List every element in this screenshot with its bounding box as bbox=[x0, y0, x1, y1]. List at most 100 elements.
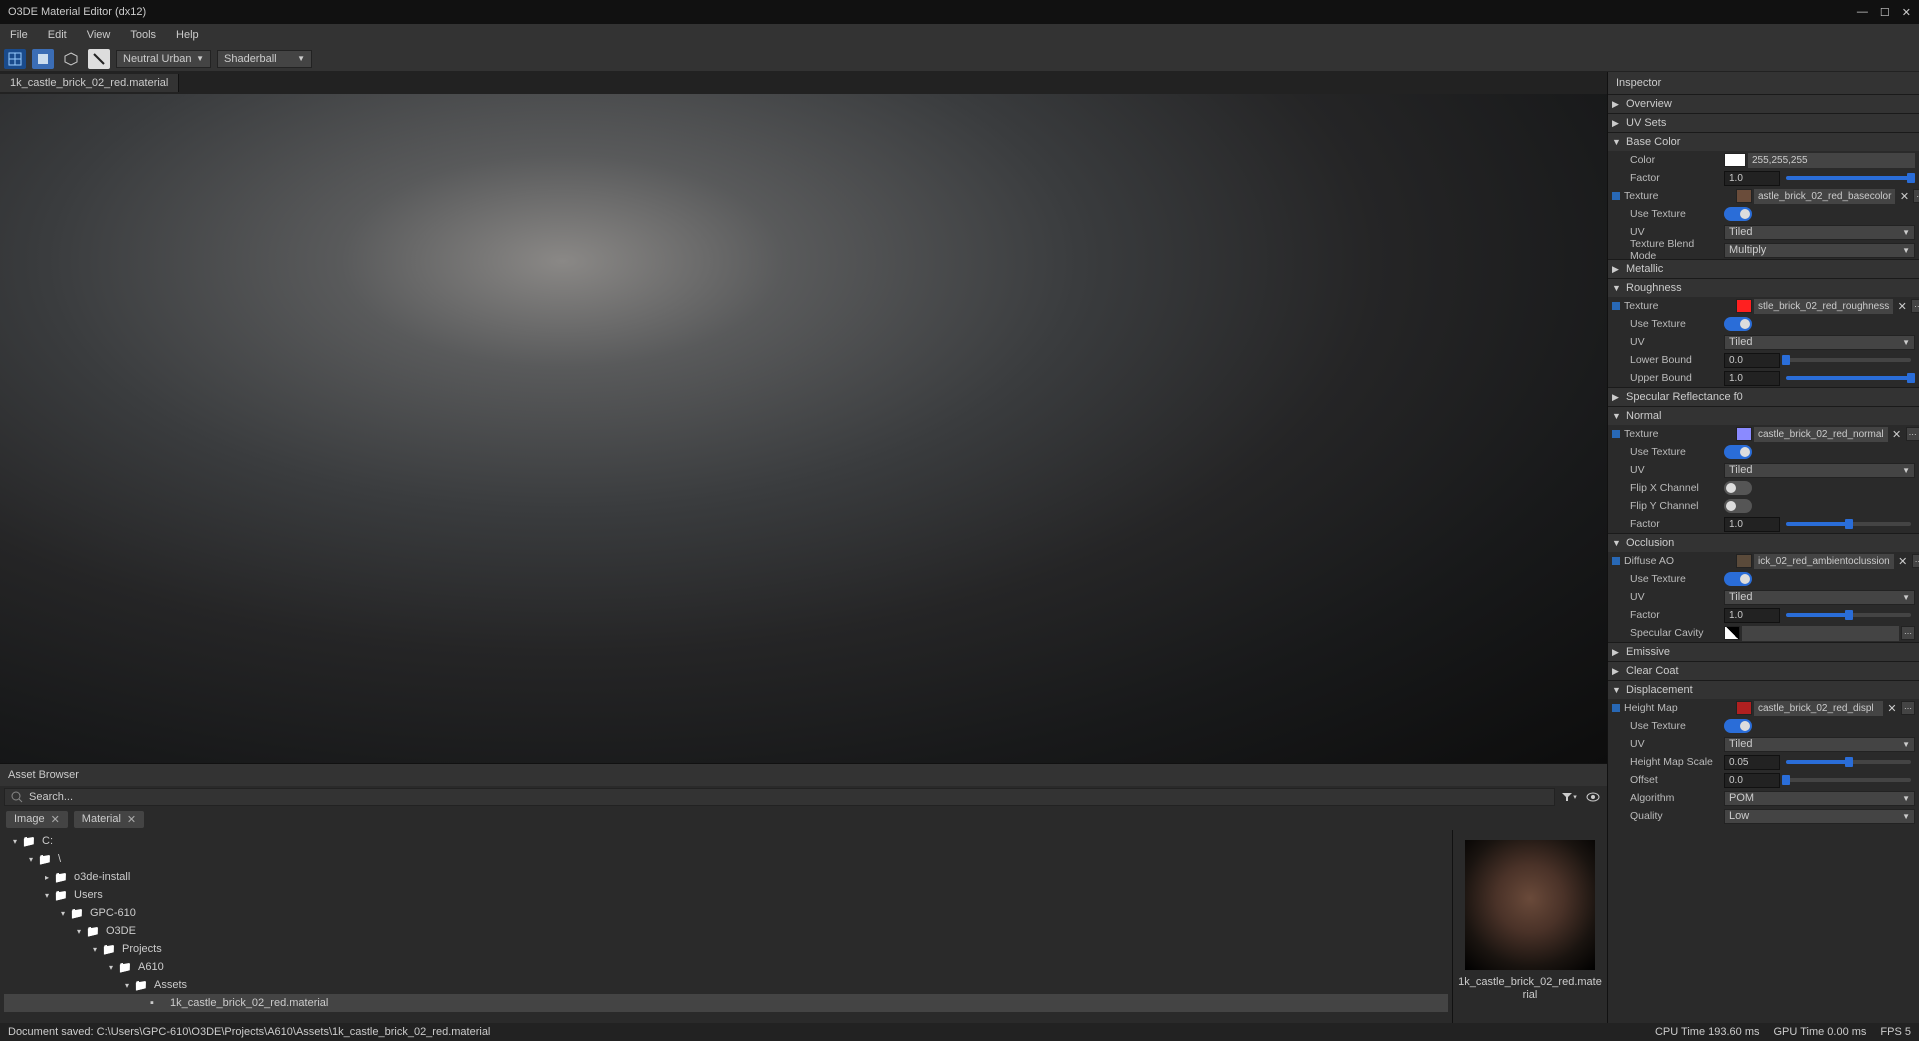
uv-select[interactable]: Tiled▼ bbox=[1724, 225, 1915, 240]
menu-edit[interactable]: Edit bbox=[48, 29, 67, 41]
chevron-down-icon[interactable]: ▾ bbox=[24, 855, 38, 864]
usetexture-toggle[interactable] bbox=[1724, 719, 1752, 733]
lowerbound-input[interactable] bbox=[1724, 353, 1780, 368]
chevron-down-icon[interactable]: ▾ bbox=[120, 981, 134, 990]
tree-row[interactable]: ▾📁C: bbox=[4, 832, 1448, 850]
tree-row[interactable]: ▾📁A610 bbox=[4, 958, 1448, 976]
algorithm-select[interactable]: POM▼ bbox=[1724, 791, 1915, 806]
menu-file[interactable]: File bbox=[10, 29, 28, 41]
section-clearcoat[interactable]: ▶Clear Coat bbox=[1608, 662, 1919, 680]
tree-row[interactable]: ▾📁GPC-610 bbox=[4, 904, 1448, 922]
chevron-right-icon[interactable]: ▸ bbox=[40, 873, 54, 882]
material-icon[interactable] bbox=[88, 49, 110, 69]
asset-tree[interactable]: ▾📁C:▾📁\▸📁o3de-install▾📁Users▾📁GPC-610▾📁O… bbox=[0, 830, 1452, 1023]
tree-row[interactable]: ▾📁Assets bbox=[4, 976, 1448, 994]
uv-select[interactable]: Tiled▼ bbox=[1724, 737, 1915, 752]
filter-tag-image[interactable]: Image✕ bbox=[6, 811, 68, 828]
close-icon[interactable]: ✕ bbox=[51, 813, 60, 826]
upperbound-input[interactable] bbox=[1724, 371, 1780, 386]
heightmapscale-slider[interactable] bbox=[1786, 760, 1911, 764]
tree-row[interactable]: ▾📁O3DE bbox=[4, 922, 1448, 940]
usetexture-toggle[interactable] bbox=[1724, 207, 1752, 221]
factor-slider[interactable] bbox=[1786, 522, 1911, 526]
clear-texture-button[interactable]: ✕ bbox=[1896, 555, 1910, 568]
minimize-button[interactable]: — bbox=[1857, 6, 1868, 19]
texture-swatch[interactable] bbox=[1736, 427, 1752, 441]
tree-row[interactable]: ▪1k_castle_brick_02_red.material bbox=[4, 994, 1448, 1012]
usetexture-toggle[interactable] bbox=[1724, 572, 1752, 586]
browse-button[interactable]: ⋯ bbox=[1906, 427, 1919, 441]
uv-select[interactable]: Tiled▼ bbox=[1724, 463, 1915, 478]
usetexture-toggle[interactable] bbox=[1724, 445, 1752, 459]
factor-input[interactable] bbox=[1724, 517, 1780, 532]
section-occlusion[interactable]: ▼Occlusion bbox=[1608, 534, 1919, 552]
viewport[interactable] bbox=[0, 94, 1607, 763]
offset-input[interactable] bbox=[1724, 773, 1780, 788]
eye-icon[interactable] bbox=[1583, 788, 1603, 806]
browse-button[interactable]: ⋯ bbox=[1911, 299, 1919, 313]
upperbound-slider[interactable] bbox=[1786, 376, 1911, 380]
factor-slider[interactable] bbox=[1786, 176, 1911, 180]
shadow-icon[interactable] bbox=[32, 49, 54, 69]
texture-swatch[interactable] bbox=[1724, 626, 1740, 640]
browse-button[interactable]: ⋯ bbox=[1901, 626, 1915, 640]
flipx-toggle[interactable] bbox=[1724, 481, 1752, 495]
chevron-down-icon[interactable]: ▾ bbox=[56, 909, 70, 918]
usetexture-toggle[interactable] bbox=[1724, 317, 1752, 331]
clear-texture-button[interactable]: ✕ bbox=[1885, 702, 1899, 715]
texture-field[interactable]: ick_02_red_ambientoclussion bbox=[1754, 554, 1894, 569]
cube-icon[interactable] bbox=[60, 49, 82, 69]
menu-help[interactable]: Help bbox=[176, 29, 199, 41]
factor-slider[interactable] bbox=[1786, 613, 1911, 617]
chevron-down-icon[interactable]: ▾ bbox=[72, 927, 86, 936]
close-icon[interactable]: ✕ bbox=[127, 813, 136, 826]
filter-tag-material[interactable]: Material✕ bbox=[74, 811, 144, 828]
section-normal[interactable]: ▼Normal bbox=[1608, 407, 1919, 425]
tree-row[interactable]: ▾📁\ bbox=[4, 850, 1448, 868]
clear-texture-button[interactable]: ✕ bbox=[1890, 428, 1904, 441]
section-displacement[interactable]: ▼Displacement bbox=[1608, 681, 1919, 699]
chevron-down-icon[interactable]: ▾ bbox=[8, 837, 22, 846]
uv-select[interactable]: Tiled▼ bbox=[1724, 335, 1915, 350]
chevron-down-icon[interactable]: ▾ bbox=[104, 963, 118, 972]
lowerbound-slider[interactable] bbox=[1786, 358, 1911, 362]
browse-button[interactable]: ⋯ bbox=[1901, 701, 1915, 715]
flipy-toggle[interactable] bbox=[1724, 499, 1752, 513]
section-roughness[interactable]: ▼Roughness bbox=[1608, 279, 1919, 297]
browse-button[interactable]: ⋯ bbox=[1912, 554, 1919, 568]
blendmode-select[interactable]: Multiply▼ bbox=[1724, 243, 1915, 258]
color-value[interactable]: 255,255,255 bbox=[1748, 153, 1915, 168]
uv-select[interactable]: Tiled▼ bbox=[1724, 590, 1915, 605]
texture-swatch[interactable] bbox=[1736, 189, 1752, 203]
environment-dropdown[interactable]: Neutral Urban▼ bbox=[116, 50, 211, 68]
section-uvsets[interactable]: ▶UV Sets bbox=[1608, 114, 1919, 132]
texture-field[interactable]: castle_brick_02_red_normal bbox=[1754, 427, 1888, 442]
tree-row[interactable]: ▾📁Projects bbox=[4, 940, 1448, 958]
document-tab[interactable]: 1k_castle_brick_02_red.material bbox=[0, 74, 179, 92]
section-basecolor[interactable]: ▼Base Color bbox=[1608, 133, 1919, 151]
browse-button[interactable]: ⋯ bbox=[1913, 189, 1919, 203]
section-metallic[interactable]: ▶Metallic bbox=[1608, 260, 1919, 278]
section-emissive[interactable]: ▶Emissive bbox=[1608, 643, 1919, 661]
texture-swatch[interactable] bbox=[1736, 701, 1752, 715]
texture-field[interactable]: stle_brick_02_red_roughness bbox=[1754, 299, 1893, 314]
search-input[interactable]: Search... bbox=[4, 788, 1555, 806]
close-button[interactable]: ✕ bbox=[1902, 6, 1911, 19]
texture-swatch[interactable] bbox=[1736, 554, 1752, 568]
color-swatch[interactable] bbox=[1724, 153, 1746, 167]
heightmapscale-input[interactable] bbox=[1724, 755, 1780, 770]
grid-icon[interactable] bbox=[4, 49, 26, 69]
texture-field[interactable] bbox=[1742, 626, 1899, 641]
section-specular[interactable]: ▶Specular Reflectance f0 bbox=[1608, 388, 1919, 406]
texture-swatch[interactable] bbox=[1736, 299, 1752, 313]
offset-slider[interactable] bbox=[1786, 778, 1911, 782]
clear-texture-button[interactable]: ✕ bbox=[1895, 300, 1909, 313]
maximize-button[interactable]: ☐ bbox=[1880, 6, 1890, 19]
factor-input[interactable] bbox=[1724, 608, 1780, 623]
menu-view[interactable]: View bbox=[87, 29, 111, 41]
texture-field[interactable]: castle_brick_02_red_displ bbox=[1754, 701, 1883, 716]
filter-icon[interactable]: ▾ bbox=[1559, 788, 1579, 806]
tree-row[interactable]: ▾📁Users bbox=[4, 886, 1448, 904]
quality-select[interactable]: Low▼ bbox=[1724, 809, 1915, 824]
menu-tools[interactable]: Tools bbox=[130, 29, 156, 41]
